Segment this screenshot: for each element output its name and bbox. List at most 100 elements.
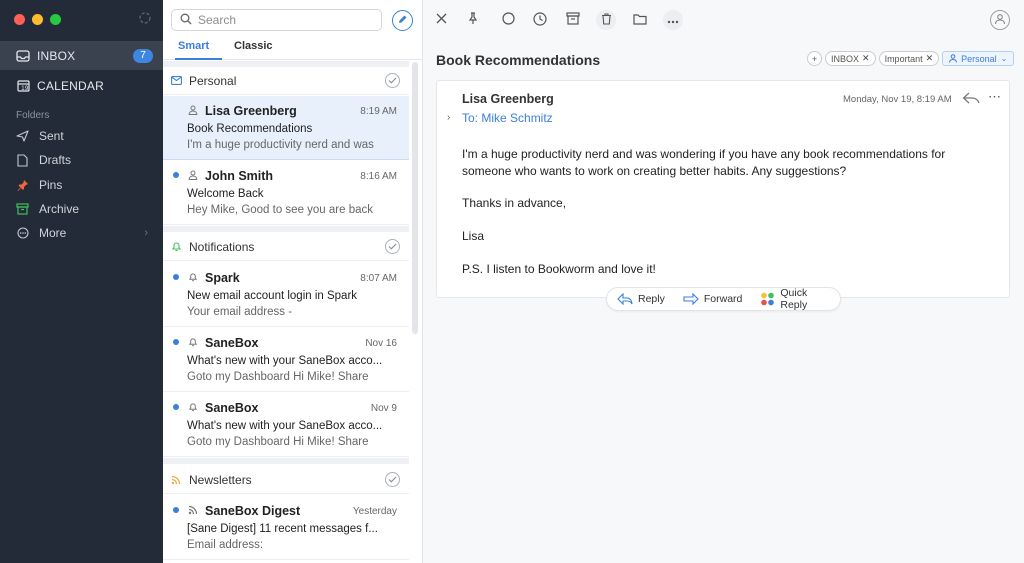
bell-icon xyxy=(188,273,198,282)
account-selector[interactable]: Personal ⌄ xyxy=(942,51,1015,66)
chevron-right-icon: › xyxy=(144,227,148,239)
search-input[interactable] xyxy=(198,13,368,27)
group-title: Newsletters xyxy=(189,472,252,487)
unread-dot xyxy=(173,507,179,513)
search-box[interactable] xyxy=(171,9,382,31)
sidebar-item-drafts[interactable]: Drafts xyxy=(16,153,156,167)
mark-group-read-button[interactable] xyxy=(385,239,400,254)
message-time: 8:07 AM xyxy=(360,273,397,284)
chevron-down-icon: ⌄ xyxy=(1000,54,1008,63)
minimize-window-button[interactable] xyxy=(32,14,43,25)
move-to-folder-button[interactable] xyxy=(630,10,650,30)
forward-icon xyxy=(683,293,700,305)
add-tag-button[interactable]: + xyxy=(807,51,822,66)
body-paragraph: I'm a huge productivity nerd and was won… xyxy=(462,147,946,178)
sidebar-item-calendar[interactable]: 19 CALENDAR xyxy=(0,71,163,100)
quick-reply-emoji-icon xyxy=(760,292,776,306)
reply-icon[interactable] xyxy=(962,91,980,105)
remove-tag-icon[interactable]: ✕ xyxy=(862,53,870,64)
forward-label: Forward xyxy=(703,293,743,305)
tag-important[interactable]: Important ✕ xyxy=(878,51,940,66)
list-scrollbar[interactable] xyxy=(412,62,418,334)
close-icon xyxy=(436,13,447,27)
remove-tag-icon[interactable]: ✕ xyxy=(926,53,934,64)
delete-button[interactable] xyxy=(596,10,616,30)
more-actions-button[interactable] xyxy=(663,10,683,30)
calendar-icon: 19 xyxy=(16,79,30,93)
body-paragraph: Thanks in advance, xyxy=(462,196,567,210)
message-sender: Lisa Greenberg xyxy=(205,104,297,118)
compose-button[interactable] xyxy=(392,10,413,31)
sidebar-item-more[interactable]: More › xyxy=(16,226,156,240)
unread-dot xyxy=(173,339,179,345)
message-row-sanebox-digest[interactable]: SaneBox Digest Yesterday [Sane Digest] 1… xyxy=(163,496,409,560)
reader-pane: Book Recommendations + INBOX ✕ Important ✕… xyxy=(423,0,1024,563)
message-preview: Goto my Dashboard Hi Mike! Share xyxy=(187,371,369,383)
group-header-newsletters[interactable]: Newsletters xyxy=(163,466,409,494)
tab-smart[interactable]: Smart xyxy=(178,40,209,52)
group-header-personal[interactable]: Personal xyxy=(163,67,409,95)
bell-icon xyxy=(188,338,198,347)
message-row-sanebox[interactable]: SaneBox Nov 16 What's new with your Sane… xyxy=(163,328,409,392)
active-tab-indicator xyxy=(175,58,222,60)
sidebar-item-sent[interactable]: Sent xyxy=(16,129,156,143)
mark-group-read-button[interactable] xyxy=(385,73,400,88)
quick-reply-button[interactable]: Quick Reply xyxy=(760,287,822,311)
sidebar-item-label: Archive xyxy=(39,202,80,216)
person-icon xyxy=(188,105,198,115)
message-sender: SaneBox xyxy=(205,401,259,415)
sync-icon[interactable] xyxy=(138,11,152,25)
close-message-button[interactable] xyxy=(431,10,451,30)
user-avatar-icon xyxy=(994,13,1006,28)
message-preview: Goto my Dashboard Hi Mike! Share xyxy=(187,436,369,448)
close-window-button[interactable] xyxy=(14,14,25,25)
zoom-window-button[interactable] xyxy=(50,14,61,25)
message-sender: SaneBox xyxy=(205,336,259,350)
account-label: Personal xyxy=(961,53,997,64)
bell-icon xyxy=(171,241,183,252)
message-time: 8:19 AM xyxy=(360,106,397,117)
sidebar-item-label: Drafts xyxy=(39,153,72,167)
person-icon xyxy=(949,54,958,63)
rss-icon xyxy=(188,505,198,515)
list-tabs: Smart Classic xyxy=(163,38,422,60)
message-row-sanebox[interactable]: SaneBox Nov 9 What's new with your SaneB… xyxy=(163,393,409,457)
sidebar-item-pins[interactable]: Pins xyxy=(16,178,156,192)
unread-dot xyxy=(173,404,179,410)
tab-classic[interactable]: Classic xyxy=(234,40,273,52)
message-row-john-smith[interactable]: John Smith 8:16 AM Welcome Back Hey Mike… xyxy=(163,161,409,225)
clock-icon xyxy=(533,11,547,29)
group-header-notifications[interactable]: Notifications xyxy=(163,233,409,261)
folders-header: Folders xyxy=(16,110,50,121)
message-row-spark[interactable]: Spark 8:07 AM New email account login in… xyxy=(163,263,409,327)
mark-read-button[interactable] xyxy=(498,10,518,30)
sidebar-item-label: INBOX xyxy=(37,48,76,63)
mark-group-read-button[interactable] xyxy=(385,472,400,487)
unread-dot xyxy=(173,274,179,280)
sidebar: INBOX 7 19 CALENDAR Folders Sent Drafts xyxy=(0,0,163,563)
message-more-icon[interactable]: ⋯ xyxy=(988,89,1001,105)
message-time: 8:16 AM xyxy=(360,171,397,182)
archive-button[interactable] xyxy=(563,10,583,30)
forward-button[interactable]: Forward xyxy=(683,293,743,305)
message-subject: What's new with your SaneBox acco... xyxy=(187,355,383,367)
rss-icon xyxy=(171,475,183,485)
reply-button[interactable]: Reply xyxy=(617,293,665,305)
message-time: Nov 16 xyxy=(365,338,397,349)
sidebar-item-label: CALENDAR xyxy=(37,78,104,93)
sidebar-item-inbox[interactable]: INBOX 7 xyxy=(0,41,163,70)
message-recipients[interactable]: To: Mike Schmitz xyxy=(462,111,553,125)
account-button[interactable] xyxy=(990,10,1010,30)
message-time: Nov 9 xyxy=(370,403,397,414)
message-row-lisa-greenberg[interactable]: Lisa Greenberg 8:19 AM Book Recommendati… xyxy=(163,96,409,160)
sidebar-item-archive[interactable]: Archive xyxy=(16,202,156,216)
group-title: Personal xyxy=(189,73,237,88)
pin-button[interactable] xyxy=(463,10,483,30)
chevron-right-icon[interactable]: › xyxy=(447,112,450,123)
snooze-button[interactable] xyxy=(530,10,550,30)
quick-reply-label: Quick Reply xyxy=(780,287,808,311)
archive-icon xyxy=(16,203,29,216)
svg-text:19: 19 xyxy=(21,86,29,92)
tag-inbox[interactable]: INBOX ✕ xyxy=(825,51,876,66)
draft-icon xyxy=(16,153,29,167)
